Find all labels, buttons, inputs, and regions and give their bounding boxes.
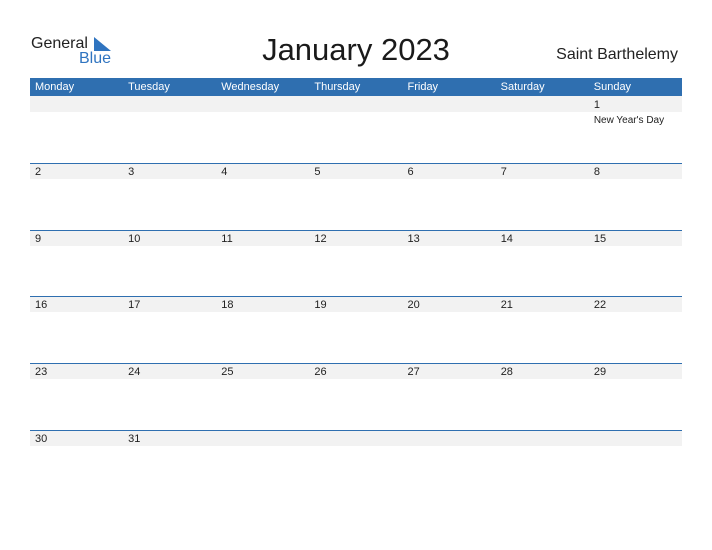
day-cell	[403, 430, 496, 496]
day-cell: 26	[309, 363, 402, 429]
day-cell: 30	[30, 430, 123, 496]
day-number: 15	[593, 233, 607, 245]
day-cell	[496, 430, 589, 496]
day-number: 11	[221, 233, 233, 245]
day-cell: 6	[403, 163, 496, 229]
week-row: 1 New Year's Day	[30, 96, 682, 162]
day-cell: 20	[403, 296, 496, 362]
day-number: 17	[128, 299, 141, 311]
day-cell: 8	[589, 163, 682, 229]
week-row: 30 31	[30, 430, 682, 496]
day-number: 23	[35, 366, 48, 378]
day-number: 24	[128, 366, 141, 378]
day-cell	[30, 96, 123, 162]
day-number: 3	[128, 166, 135, 178]
day-number: 5	[314, 166, 321, 178]
week-row: 9 10 11 12 13 14 15	[30, 230, 682, 296]
day-number: 1	[593, 99, 600, 111]
day-number: 9	[35, 233, 42, 245]
day-number: 2	[35, 166, 42, 178]
day-cell	[309, 96, 402, 162]
weekday-monday: Monday	[35, 81, 75, 93]
week-row: 23 24 25 26 27 28 29	[30, 363, 682, 429]
day-number: 20	[407, 299, 420, 311]
day-number: 25	[221, 366, 234, 378]
holiday-label: New Year's Day	[593, 115, 665, 126]
day-number: 29	[593, 366, 607, 378]
day-number: 6	[407, 166, 414, 178]
day-number: 7	[500, 166, 507, 178]
day-number: 4	[221, 166, 228, 178]
week-row: 2 3 4 5 6 7 8	[30, 163, 682, 229]
day-cell: 14	[496, 230, 589, 296]
day-number: 26	[314, 366, 327, 378]
day-cell: 15	[589, 230, 682, 296]
country-name: Saint Barthelemy	[556, 46, 678, 63]
day-cell: 17	[123, 296, 216, 362]
day-number: 19	[314, 299, 327, 311]
day-cell: 13	[403, 230, 496, 296]
day-number: 16	[35, 299, 48, 311]
day-cell: 24	[123, 363, 216, 429]
day-cell: 18	[216, 296, 309, 362]
day-number: 13	[407, 233, 420, 245]
day-cell: 27	[403, 363, 496, 429]
day-number: 30	[35, 433, 48, 445]
day-cell: 3	[123, 163, 216, 229]
day-number: 14	[500, 233, 513, 245]
day-cell: 1 New Year's Day	[589, 96, 682, 162]
day-cell	[403, 96, 496, 162]
day-cell: 12	[309, 230, 402, 296]
day-cell	[589, 430, 682, 496]
weekday-thursday: Thursday	[314, 81, 361, 93]
day-cell: 23	[30, 363, 123, 429]
day-number: 18	[221, 299, 234, 311]
day-cell: 28	[496, 363, 589, 429]
day-cell: 21	[496, 296, 589, 362]
week-row: 16 17 18 19 20 21 22	[30, 296, 682, 362]
day-cell: 9	[30, 230, 123, 296]
day-cell: 7	[496, 163, 589, 229]
weekday-sunday: Sunday	[593, 81, 632, 93]
day-cell	[216, 430, 309, 496]
day-cell	[123, 96, 216, 162]
day-number: 8	[593, 166, 600, 178]
day-cell: 19	[309, 296, 402, 362]
day-number: 12	[314, 233, 327, 245]
day-cell: 10	[123, 230, 216, 296]
day-number: 27	[407, 366, 420, 378]
day-cell: 16	[30, 296, 123, 362]
day-cell: 29	[589, 363, 682, 429]
weekday-friday: Friday	[407, 81, 439, 93]
day-number: 10	[128, 233, 141, 245]
day-cell: 22	[589, 296, 682, 362]
day-cell	[496, 96, 589, 162]
day-cell: 31	[123, 430, 216, 496]
day-cell: 25	[216, 363, 309, 429]
day-cell	[309, 430, 402, 496]
day-number: 22	[593, 299, 607, 311]
weekday-saturday: Saturday	[500, 81, 545, 93]
day-cell: 5	[309, 163, 402, 229]
day-cell: 4	[216, 163, 309, 229]
day-cell	[216, 96, 309, 162]
day-number: 21	[500, 299, 513, 311]
day-number: 31	[128, 433, 141, 445]
weekday-tuesday: Tuesday	[128, 81, 170, 93]
weekday-header: Monday Tuesday Wednesday Thursday Friday…	[30, 78, 682, 96]
day-number: 28	[500, 366, 513, 378]
weekday-wednesday: Wednesday	[221, 81, 280, 93]
day-cell: 2	[30, 163, 123, 229]
day-cell: 11	[216, 230, 309, 296]
